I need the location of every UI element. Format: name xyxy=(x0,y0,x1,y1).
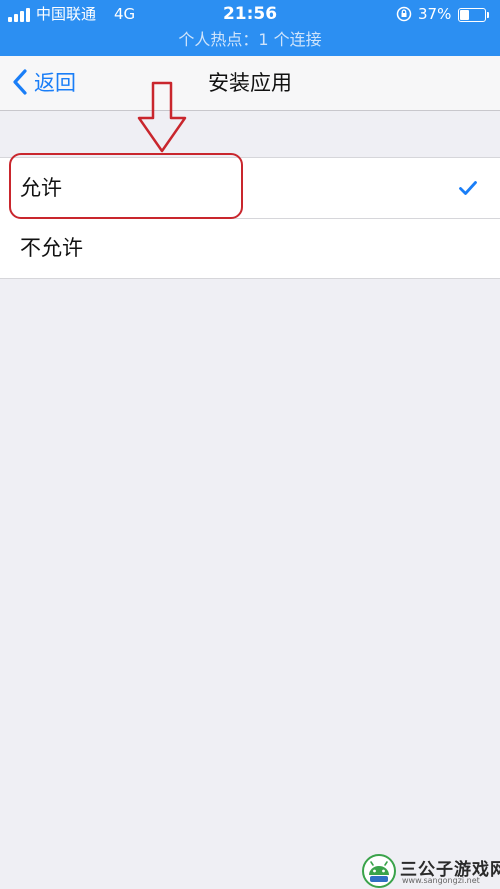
option-disallow[interactable]: 不允许 xyxy=(0,218,500,278)
checkmark-icon xyxy=(459,181,477,195)
watermark-url: www.sangongzi.net xyxy=(402,876,480,885)
watermark-logo: 三公子游戏网 www.sangongzi.net xyxy=(362,854,500,889)
back-label: 返回 xyxy=(34,71,76,95)
back-button[interactable]: 返回 xyxy=(10,64,76,100)
chevron-left-icon xyxy=(13,69,27,95)
battery-icon xyxy=(458,8,486,22)
navigation-bar: 安装应用 返回 xyxy=(0,56,500,111)
android-logo-icon xyxy=(362,854,396,888)
option-label: 不允许 xyxy=(20,236,83,260)
annotation-arrow-down-icon xyxy=(137,81,187,153)
status-bar: 中国联通 4G 21:56 37% 个人热点：1 个连接 xyxy=(0,0,500,56)
status-row: 中国联通 4G 21:56 37% xyxy=(0,0,500,28)
rotation-lock-icon xyxy=(396,6,412,22)
battery-fill xyxy=(460,10,469,20)
hotspot-banner[interactable]: 个人热点：1 个连接 xyxy=(0,28,500,52)
battery-cap xyxy=(487,12,489,18)
annotation-highlight-box xyxy=(9,153,243,219)
battery-percent: 37% xyxy=(418,5,452,23)
